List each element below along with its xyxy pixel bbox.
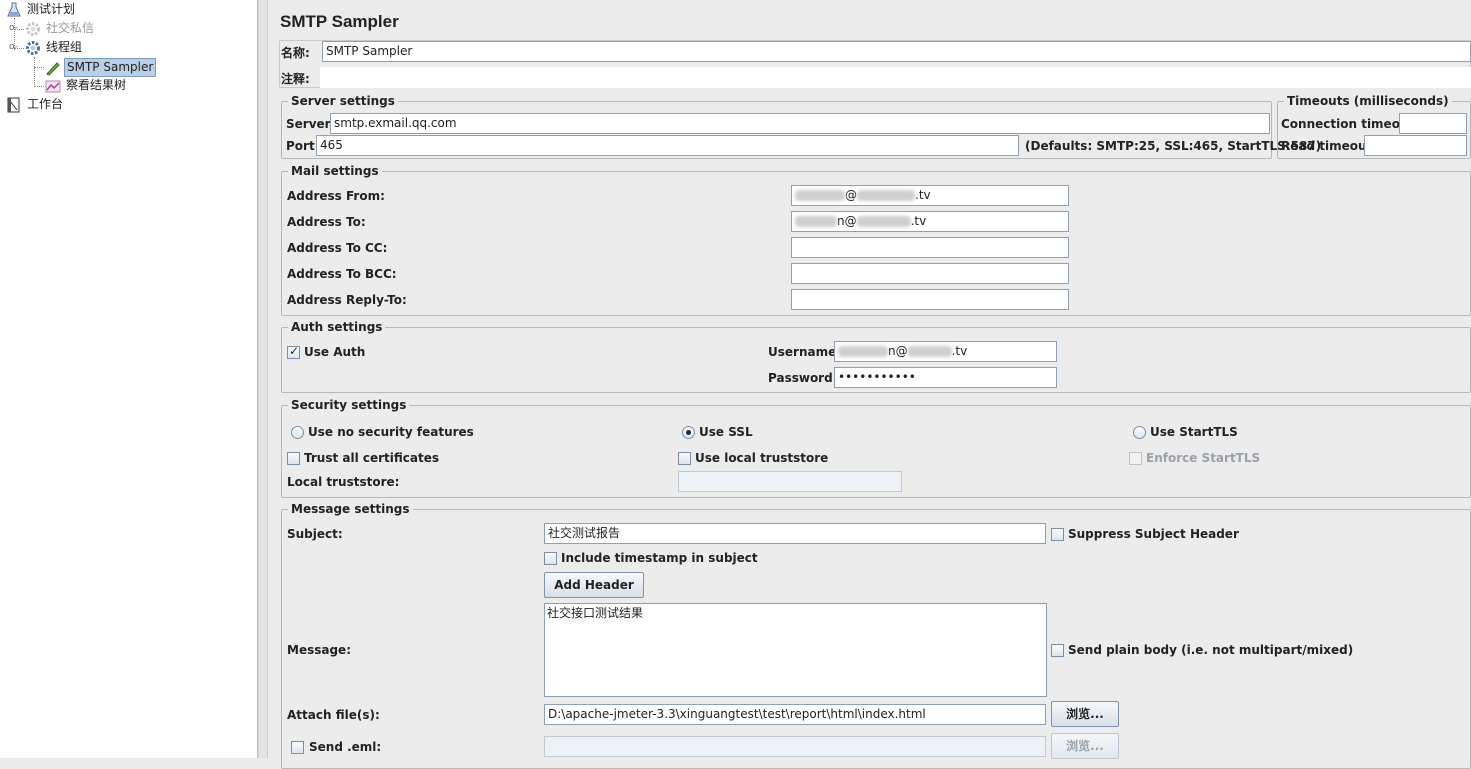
address-reply-to-label: Address Reply-To: (287, 293, 407, 307)
test-plan-tree[interactable]: o- o- 测试计划 社交私信 线程组 SMTP Sampler 察看结果树 工… (0, 0, 258, 758)
security-settings-title: Security settings (288, 398, 410, 412)
subject-label: Subject: (287, 527, 343, 541)
address-bcc-field[interactable] (791, 263, 1069, 284)
suppress-subject-label: Suppress Subject Header (1068, 527, 1239, 541)
local-truststore-label: Local truststore: (287, 475, 400, 489)
radio-selected-dot (686, 430, 691, 435)
no-security-radio[interactable] (291, 426, 304, 439)
gear-icon (25, 21, 41, 37)
server-field[interactable]: smtp.exmail.qq.com (330, 113, 1270, 134)
result-tree-icon (45, 78, 61, 94)
trust-all-certificates-checkbox[interactable] (287, 452, 300, 465)
browse-eml-button[interactable]: 浏览... (1051, 733, 1119, 759)
port-field[interactable]: 465 (316, 135, 1019, 156)
expand-toggle-icon[interactable]: o- (9, 42, 18, 52)
use-local-truststore-label: Use local truststore (695, 451, 829, 465)
redacted-text (795, 190, 845, 201)
address-to-label: Address To: (287, 215, 366, 229)
port-label: Port: (286, 139, 320, 153)
use-auth-checkbox[interactable]: ✓ (287, 344, 300, 359)
read-timeout-label: Read timeout: (1281, 139, 1378, 153)
tree-item-thread-group-disabled[interactable]: 社交私信 (25, 20, 96, 37)
use-auth-label: Use Auth (304, 345, 366, 359)
gear-icon (25, 40, 41, 56)
password-label: Password: (768, 371, 838, 385)
use-ssl-label: Use SSL (699, 425, 753, 439)
auth-settings-title: Auth settings (288, 320, 386, 334)
comment-field[interactable] (320, 67, 1471, 88)
page-title: SMTP Sampler (280, 12, 399, 31)
send-plain-body-checkbox[interactable] (1051, 644, 1064, 657)
message-label: Message: (287, 643, 351, 657)
redacted-text (907, 346, 952, 357)
username-label: Username: (768, 345, 842, 359)
send-eml-field[interactable] (544, 736, 1046, 757)
trust-all-certificates-label: Trust all certificates (304, 451, 440, 465)
attach-files-label: Attach file(s): (287, 708, 380, 722)
check-icon: ✓ (289, 344, 300, 358)
browse-attach-button[interactable]: 浏览... (1051, 701, 1119, 727)
workbench-icon (6, 97, 22, 113)
address-reply-to-field[interactable] (791, 289, 1069, 310)
tree-item-label: 测试计划 (27, 2, 76, 16)
use-starttls-radio[interactable] (1133, 426, 1146, 439)
expand-toggle-icon[interactable]: o- (9, 23, 18, 33)
send-plain-body-label: Send plain body (i.e. not multipart/mixe… (1068, 643, 1354, 657)
redacted-text (857, 190, 915, 201)
comment-label: 注释: (281, 72, 310, 86)
address-cc-label: Address To CC: (287, 241, 388, 255)
tree-item-test-plan[interactable]: 测试计划 (6, 1, 77, 18)
tree-item-workbench[interactable]: 工作台 (6, 96, 65, 113)
tree-item-label: 察看结果树 (66, 78, 127, 92)
tree-item-result-tree[interactable]: 察看结果树 (45, 77, 128, 94)
add-header-button[interactable]: Add Header (544, 572, 644, 598)
address-from-field[interactable]: @ .tv (791, 185, 1069, 206)
address-from-label: Address From: (287, 189, 385, 203)
message-settings-title: Message settings (288, 502, 413, 516)
sampler-pen-icon (45, 60, 61, 76)
address-bcc-label: Address To BCC: (287, 267, 397, 281)
send-eml-checkbox[interactable] (291, 741, 304, 754)
include-timestamp-label: Include timestamp in subject (561, 551, 758, 565)
local-truststore-field[interactable] (678, 471, 902, 492)
redacted-text (838, 346, 888, 357)
tree-item-smtp-sampler[interactable]: SMTP Sampler (45, 58, 157, 77)
enforce-starttls-checkbox[interactable] (1129, 452, 1142, 465)
enforce-starttls-label: Enforce StartTLS (1146, 451, 1261, 465)
suppress-subject-checkbox[interactable] (1051, 528, 1064, 541)
use-local-truststore-checkbox[interactable] (678, 452, 691, 465)
send-eml-label: Send .eml: (309, 740, 382, 754)
tree-item-label: 线程组 (46, 40, 83, 54)
use-starttls-label: Use StartTLS (1150, 425, 1238, 439)
password-field[interactable]: ••••••••••• (834, 367, 1057, 388)
read-timeout-field[interactable] (1364, 135, 1467, 156)
sampler-panel: SMTP Sampler 名称: SMTP Sampler 注释: Server… (268, 0, 1471, 769)
username-field[interactable]: n@ .tv (834, 341, 1057, 362)
subject-field[interactable]: 社交测试报告 (544, 523, 1046, 544)
tree-item-label: 社交私信 (46, 21, 95, 35)
use-ssl-radio[interactable] (682, 426, 695, 439)
splitter[interactable] (258, 0, 268, 758)
timeouts-title: Timeouts (milliseconds) (1284, 94, 1452, 108)
test-plan-icon (6, 2, 22, 18)
connection-timeout-field[interactable] (1399, 113, 1467, 134)
message-body-textarea[interactable]: 社交接口测试结果 (544, 603, 1047, 697)
redacted-text (795, 216, 837, 227)
name-label: 名称: (281, 46, 310, 60)
no-security-label: Use no security features (308, 425, 474, 439)
server-settings-title: Server settings (288, 94, 398, 108)
include-timestamp-checkbox[interactable] (544, 552, 557, 565)
tree-item-thread-group[interactable]: 线程组 (25, 39, 84, 56)
mail-settings-title: Mail settings (288, 164, 382, 178)
server-label: Server: (286, 117, 336, 131)
name-field[interactable]: SMTP Sampler (322, 41, 1471, 62)
address-cc-field[interactable] (791, 237, 1069, 258)
tree-item-label: SMTP Sampler (64, 58, 157, 77)
attach-files-field[interactable]: D:\apache-jmeter-3.3\xinguangtest\test\r… (544, 704, 1046, 725)
redacted-text (856, 216, 911, 227)
tree-item-label: 工作台 (27, 97, 64, 111)
address-to-field[interactable]: n@ .tv (791, 211, 1069, 232)
